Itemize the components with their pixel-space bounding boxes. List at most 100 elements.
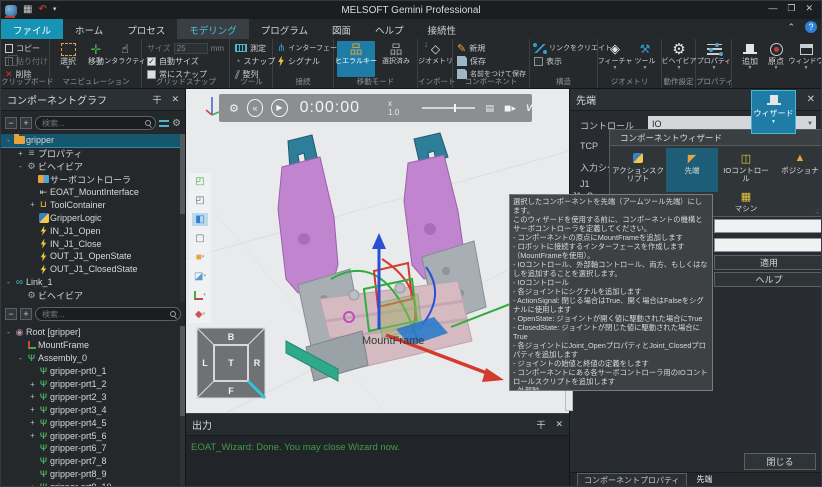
apply-button[interactable]: 適用 bbox=[714, 255, 822, 270]
structure-search-input[interactable] bbox=[36, 310, 164, 319]
pl​ane-view-icon[interactable]: ◪▾ bbox=[192, 270, 208, 283]
solid-cube-icon[interactable]: ■▾ bbox=[192, 251, 208, 264]
help-icon[interactable]: ? bbox=[805, 21, 817, 33]
collapse-icon[interactable]: - bbox=[4, 278, 13, 287]
save-component-button[interactable]: 保存 bbox=[457, 55, 486, 67]
collapse-icon[interactable]: - bbox=[4, 136, 13, 145]
wizard-button[interactable]: ウィザード ▼ bbox=[751, 90, 796, 134]
frame-axes-icon[interactable]: ▾ bbox=[192, 289, 208, 302]
tree-item-gripper-prt2_3[interactable]: +gripper-prt2_3 bbox=[1, 390, 180, 403]
structure-search-box[interactable] bbox=[35, 307, 181, 321]
filter-icon[interactable] bbox=[159, 120, 169, 127]
collapse-ribbon-icon[interactable]: ⌃ bbox=[787, 22, 795, 33]
nav-front[interactable]: F bbox=[228, 386, 234, 396]
tree-item-gripper-prt9_10[interactable]: +gripper-prt9_10 bbox=[1, 481, 180, 487]
collapse-icon[interactable]: - bbox=[16, 354, 25, 363]
rgb-cube-icon[interactable]: ◆▾ bbox=[192, 308, 208, 321]
tree-item-gripper-prt0_1[interactable]: gripper-prt0_1 bbox=[1, 365, 180, 378]
tree-item-Link_1[interactable]: -Link_1 bbox=[1, 276, 180, 289]
tab-help[interactable]: ヘルプ bbox=[363, 19, 416, 39]
tab-program[interactable]: プログラム bbox=[249, 19, 320, 39]
tree-item-gripper-prt5_6[interactable]: +gripper-prt5_6 bbox=[1, 429, 180, 442]
tree-item-MountFrame[interactable]: MountFrame bbox=[1, 339, 180, 352]
tree-item-gripper-prt3_4[interactable]: +gripper-prt3_4 bbox=[1, 403, 180, 416]
collapse-all-button-2[interactable]: − bbox=[5, 308, 17, 320]
collapse-all-button[interactable]: − bbox=[5, 117, 17, 129]
tab-connectivity[interactable]: 接続性 bbox=[416, 19, 469, 39]
menu-item-tip[interactable]: ◤先端 bbox=[666, 148, 718, 192]
tree-item-ToolContainer[interactable]: +ToolContainer bbox=[1, 198, 180, 211]
selected-mode-button[interactable]: 品選択済み bbox=[377, 41, 415, 77]
minimize-button[interactable]: — bbox=[768, 3, 777, 14]
properties-button[interactable]: プロパティ▼ bbox=[698, 41, 730, 77]
copy-button[interactable]: コピー bbox=[5, 42, 40, 54]
expand-icon[interactable]: + bbox=[28, 405, 37, 414]
maximize-button[interactable]: ❐ bbox=[787, 3, 795, 14]
tree-item-プロパティ[interactable]: +プロパティ bbox=[1, 147, 180, 160]
auto-size-checkbox[interactable]: ✓ bbox=[147, 57, 156, 66]
new-button[interactable]: ✎新規 bbox=[457, 42, 485, 54]
expand-all-button[interactable]: + bbox=[20, 117, 32, 129]
tree-item-OUT_J1_ClosedState[interactable]: OUT_J1_ClosedState bbox=[1, 263, 180, 276]
play-button[interactable]: ▶ bbox=[271, 99, 287, 117]
menu-item-machine[interactable]: ▦マシン bbox=[720, 186, 772, 216]
tree-item-gripper-prt1_2[interactable]: +gripper-prt1_2 bbox=[1, 378, 180, 391]
select-button[interactable]: 選択▼ bbox=[53, 41, 83, 77]
navigation-cube[interactable]: B L T R F bbox=[196, 327, 266, 399]
expand-icon[interactable]: + bbox=[28, 483, 37, 487]
graph-search-input[interactable] bbox=[36, 119, 139, 128]
close-wizard-button[interactable]: 閉じる bbox=[744, 453, 816, 470]
tree-item-ビヘイビア[interactable]: -ビヘイビア bbox=[1, 160, 180, 173]
undo-icon[interactable]: ↶ bbox=[38, 5, 46, 15]
joint-open-field[interactable] bbox=[714, 219, 822, 233]
show-checkbox[interactable] bbox=[534, 57, 543, 66]
nav-left[interactable]: L bbox=[202, 358, 208, 368]
origin-button[interactable]: 原点▼ bbox=[764, 41, 788, 77]
tree-item-IN_J1_Open[interactable]: IN_J1_Open bbox=[1, 224, 180, 237]
measure-button[interactable]: 測定 bbox=[235, 42, 266, 54]
tree-item-GripperLogic[interactable]: GripperLogic bbox=[1, 211, 180, 224]
expand-icon[interactable]: + bbox=[28, 431, 37, 440]
record-video-icon[interactable]: ◼▸ bbox=[504, 103, 516, 114]
zoom-window-icon[interactable]: ◰ bbox=[192, 194, 208, 207]
grid-size-input[interactable] bbox=[174, 43, 208, 54]
expand-icon[interactable]: + bbox=[16, 149, 25, 158]
tab-file[interactable]: ファイル bbox=[1, 19, 63, 39]
tree-item-サーボコントローラ[interactable]: サーボコントローラ bbox=[1, 173, 180, 186]
tip-panel-close-icon[interactable]: ✕ bbox=[807, 94, 815, 105]
rewind-button[interactable]: « bbox=[247, 99, 263, 117]
snap-button[interactable]: ◔スナップ bbox=[235, 55, 275, 67]
paste-button[interactable]: 貼り付け bbox=[5, 55, 48, 67]
expand-icon[interactable]: + bbox=[28, 380, 37, 389]
help-button[interactable]: ヘルプ bbox=[714, 272, 822, 287]
collapse-icon[interactable]: - bbox=[16, 162, 25, 171]
expand-icon[interactable]: + bbox=[28, 392, 37, 401]
tree2-scrollbar[interactable] bbox=[180, 326, 185, 487]
import-geometry-button[interactable]: ◇ジオメトリ bbox=[419, 41, 452, 77]
tab-drawing[interactable]: 図面 bbox=[320, 19, 363, 39]
tab-process[interactable]: プロセス bbox=[115, 19, 177, 39]
pin-icon[interactable]: 干 bbox=[152, 93, 161, 106]
tree-item-ビヘイビア[interactable]: ビヘイビア bbox=[1, 289, 180, 302]
nav-back[interactable]: B bbox=[228, 332, 235, 342]
feature-button[interactable]: ◈フィーチャ▼ bbox=[600, 41, 630, 77]
tab-modeling[interactable]: モデリング bbox=[177, 19, 249, 39]
playback-settings-icon[interactable]: ⚙ bbox=[229, 102, 239, 115]
tree-item-gripper-prt6_7[interactable]: gripper-prt6_7 bbox=[1, 442, 180, 455]
signal-button[interactable]: シグナル bbox=[277, 55, 320, 67]
tree-item-gripper[interactable]: -gripper bbox=[1, 134, 180, 147]
tab-component-properties[interactable]: コンポーネントプロパティ bbox=[577, 473, 687, 486]
joint-closed-field[interactable] bbox=[714, 238, 822, 252]
output-pin-icon[interactable]: 干 bbox=[536, 418, 545, 431]
tree-item-Assembly_0[interactable]: -Assembly_0 bbox=[1, 352, 180, 365]
report-icon[interactable]: ▤ bbox=[485, 103, 494, 114]
tree-item-gripper-prt4_5[interactable]: +gripper-prt4_5 bbox=[1, 416, 180, 429]
interactive-button[interactable]: ☝インタラクティブ bbox=[107, 41, 143, 77]
behavior-button[interactable]: ⚙ビヘイビア▼ bbox=[663, 41, 695, 77]
hierarchy-button[interactable]: 品ヒエラルキー bbox=[337, 41, 375, 77]
add-button[interactable]: 追加▼ bbox=[738, 41, 762, 77]
expand-all-button-2[interactable]: + bbox=[20, 308, 32, 320]
render-cube-icon[interactable]: ▢ bbox=[192, 232, 208, 245]
tree-item-gripper-prt8_9[interactable]: gripper-prt8_9 bbox=[1, 468, 180, 481]
expand-icon[interactable]: + bbox=[28, 200, 37, 209]
